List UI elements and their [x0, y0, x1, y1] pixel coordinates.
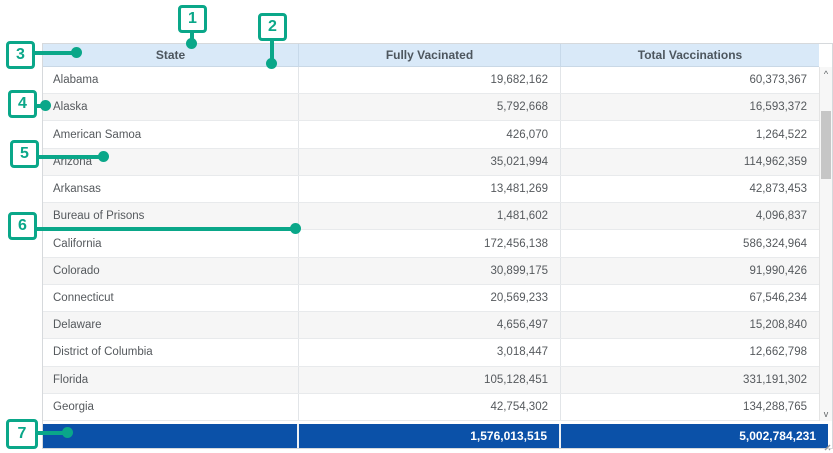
- summary-state-cell: [43, 424, 299, 448]
- table-row: American Samoa 426,070 1,264,522: [43, 121, 819, 148]
- total-vaccinations-cell: 4,096,837: [561, 203, 819, 229]
- state-cell: American Samoa: [43, 121, 299, 147]
- fully-vaccinated-cell: 3,018,447: [299, 339, 561, 365]
- total-vaccinations-cell: 91,990,426: [561, 258, 819, 284]
- callout-7-dot: [62, 427, 73, 438]
- table-row: Connecticut 20,569,233 67,546,234: [43, 285, 819, 312]
- callout-6: 6: [8, 212, 37, 240]
- total-vaccinations-cell: 134,288,765: [561, 394, 819, 420]
- state-cell: Georgia: [43, 394, 299, 420]
- callout-6-label: 6: [18, 217, 27, 235]
- state-cell: Alabama: [43, 67, 299, 93]
- state-cell: Connecticut: [43, 285, 299, 311]
- total-vaccinations-cell: 1,264,522: [561, 121, 819, 147]
- callout-5-connector: [38, 155, 104, 159]
- fully-vaccinated-cell: 20,569,233: [299, 285, 561, 311]
- state-cell: Colorado: [43, 258, 299, 284]
- state-cell: District of Columbia: [43, 339, 299, 365]
- scroll-up-icon[interactable]: ^: [820, 67, 832, 81]
- callout-3-dot: [71, 47, 82, 58]
- callout-4: 4: [8, 90, 37, 118]
- fully-vaccinated-cell: 426,070: [299, 121, 561, 147]
- callout-7-label: 7: [18, 425, 27, 443]
- state-cell: Bureau of Prisons: [43, 203, 299, 229]
- state-cell: Delaware: [43, 312, 299, 338]
- table-row: Alaska 5,792,668 16,593,372: [43, 94, 819, 121]
- fully-vaccinated-cell: 13,481,269: [299, 176, 561, 202]
- callout-4-dot: [40, 100, 51, 111]
- scroll-down-icon[interactable]: v: [820, 407, 832, 421]
- table-row: Delaware 4,656,497 15,208,840: [43, 312, 819, 339]
- callout-2: 2: [258, 13, 287, 41]
- state-cell: California: [43, 230, 299, 256]
- table-row: Alabama 19,682,162 60,373,367: [43, 67, 819, 94]
- total-vaccinations-cell: 331,191,302: [561, 367, 819, 393]
- table-row: Georgia 42,754,302 134,288,765: [43, 394, 819, 421]
- table-body: Alabama 19,682,162 60,373,367 Alaska 5,7…: [43, 67, 819, 421]
- total-vaccinations-cell: 67,546,234: [561, 285, 819, 311]
- fully-vaccinated-cell: 30,899,175: [299, 258, 561, 284]
- table-row: Florida 105,128,451 331,191,302: [43, 367, 819, 394]
- fully-vaccinated-cell: 4,656,497: [299, 312, 561, 338]
- vertical-scrollbar[interactable]: ^ v: [819, 67, 832, 421]
- table-row: District of Columbia 3,018,447 12,662,79…: [43, 339, 819, 366]
- fully-vaccinated-cell: 5,792,668: [299, 94, 561, 120]
- fully-vaccinated-cell: 42,754,302: [299, 394, 561, 420]
- column-header-fully-vaccinated: Fully Vacinated: [299, 44, 561, 66]
- total-vaccinations-cell: 60,373,367: [561, 67, 819, 93]
- resize-grip-icon[interactable]: [822, 438, 831, 447]
- total-vaccinations-cell: 586,324,964: [561, 230, 819, 256]
- callout-1-dot: [186, 38, 197, 49]
- total-vaccinations-cell: 114,962,359: [561, 149, 819, 175]
- summary-total-vaccinations-cell: 5,002,784,231: [561, 424, 828, 448]
- callout-6-dot: [290, 223, 301, 234]
- table-row: Arizona 35,021,994 114,962,359: [43, 149, 819, 176]
- state-cell: Alaska: [43, 94, 299, 120]
- callout-1-label: 1: [188, 10, 197, 28]
- callout-6-connector: [35, 227, 296, 231]
- fully-vaccinated-cell: 105,128,451: [299, 367, 561, 393]
- state-cell: Florida: [43, 367, 299, 393]
- scrollbar-thumb[interactable]: [821, 111, 831, 179]
- table-row: Arkansas 13,481,269 42,873,453: [43, 176, 819, 203]
- fully-vaccinated-cell: 19,682,162: [299, 67, 561, 93]
- fully-vaccinated-cell: 1,481,602: [299, 203, 561, 229]
- callout-5-label: 5: [20, 145, 29, 163]
- state-cell: Arkansas: [43, 176, 299, 202]
- callout-5-dot: [98, 151, 109, 162]
- summary-fully-vaccinated-cell: 1,576,013,515: [299, 424, 561, 448]
- callout-3: 3: [6, 41, 35, 69]
- callout-7: 7: [6, 419, 38, 449]
- total-vaccinations-cell: 16,593,372: [561, 94, 819, 120]
- table-header-row: State Fully Vacinated Total Vaccinations: [43, 44, 819, 67]
- fully-vaccinated-cell: 172,456,138: [299, 230, 561, 256]
- fully-vaccinated-cell: 35,021,994: [299, 149, 561, 175]
- callout-2-label: 2: [268, 18, 277, 36]
- total-vaccinations-cell: 42,873,453: [561, 176, 819, 202]
- dashboard-page: State Fully Vacinated Total Vaccinations…: [0, 0, 833, 453]
- column-header-total-vaccinations: Total Vaccinations: [561, 44, 819, 66]
- summary-row: 1,576,013,515 5,002,784,231: [43, 424, 828, 448]
- callout-3-label: 3: [16, 46, 25, 64]
- vaccinations-table: State Fully Vacinated Total Vaccinations…: [42, 43, 833, 449]
- total-vaccinations-cell: 15,208,840: [561, 312, 819, 338]
- callout-4-label: 4: [18, 95, 27, 113]
- callout-2-dot: [266, 58, 277, 69]
- callout-1: 1: [178, 5, 207, 33]
- table-row: Colorado 30,899,175 91,990,426: [43, 258, 819, 285]
- table-row: California 172,456,138 586,324,964: [43, 230, 819, 257]
- total-vaccinations-cell: 12,662,798: [561, 339, 819, 365]
- state-cell: Arizona: [43, 149, 299, 175]
- callout-5: 5: [10, 140, 39, 168]
